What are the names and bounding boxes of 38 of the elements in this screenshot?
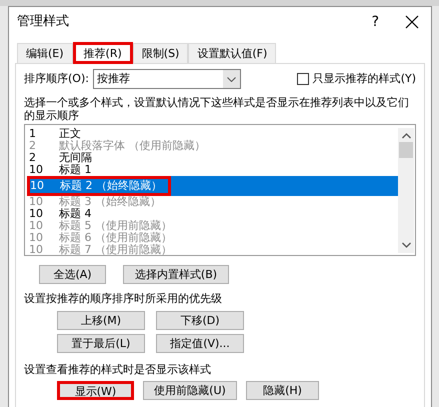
style-list-item[interactable]: 1 正文: [27, 128, 398, 140]
style-list-item[interactable]: 10 标题 6 （使用前隐藏）: [27, 232, 398, 244]
scrollbar[interactable]: [398, 128, 414, 253]
callout-frame: 10 标题 2 （始终隐藏）: [27, 176, 171, 196]
priority-button[interactable]: 指定值(V)...: [156, 334, 244, 352]
visibility-button[interactable]: 显示(W): [57, 381, 134, 400]
tab[interactable]: 编辑(E): [17, 43, 73, 63]
tab[interactable]: 限制(S): [132, 43, 188, 63]
description-text: 选择一个或多个样式，设置默认情况下这些样式是否显示在推荐列表中以及它们的显示顺序: [24, 96, 410, 122]
scroll-down-icon[interactable]: [402, 241, 410, 249]
sort-order-dropdown[interactable]: 按推荐: [92, 69, 241, 89]
select-button[interactable]: 全选(A): [39, 265, 106, 284]
select-button[interactable]: 选择内置样式(B): [123, 265, 229, 284]
priority-button[interactable]: 下移(D): [156, 310, 244, 330]
style-list-item[interactable]: 10 标题 2 （始终隐藏）: [27, 176, 398, 196]
priority-label: 设置按推荐的顺序排序时所采用的优先级: [24, 291, 223, 307]
scroll-up-icon[interactable]: [402, 132, 410, 140]
window-title: 管理样式: [17, 13, 69, 32]
close-icon[interactable]: [405, 15, 419, 29]
style-list-item[interactable]: 2 无间隔: [27, 152, 398, 164]
style-list-item[interactable]: 10 标题 3 （始终隐藏）: [27, 196, 398, 208]
visibility-button[interactable]: 隐藏(H): [246, 381, 319, 400]
priority-button[interactable]: 置于最后(L): [57, 334, 145, 352]
sort-order-label: 排序顺序(O):: [24, 70, 89, 87]
style-list-item[interactable]: 10 标题 5 （使用前隐藏）: [27, 220, 398, 232]
style-list-item[interactable]: 10 标题 7 （使用前隐藏）: [27, 244, 398, 256]
style-list-item[interactable]: 2 默认段落字体 （使用前隐藏）: [27, 140, 398, 152]
help-button[interactable]: ?: [372, 12, 379, 32]
tab[interactable]: 推荐(R): [72, 42, 133, 64]
checkbox-label[interactable]: 只显示推荐的样式(Y): [312, 70, 416, 88]
tab[interactable]: 设置默认值(F): [188, 43, 276, 63]
checkbox[interactable]: [296, 73, 309, 85]
scroll-thumb[interactable]: [399, 142, 413, 158]
style-list-item[interactable]: 10 标题 4: [27, 208, 398, 220]
visibility-button[interactable]: 使用前隐藏(U): [143, 381, 237, 400]
style-list-item[interactable]: 10 标题 1: [27, 164, 398, 176]
visibility-label: 设置查看推荐的样式时是否显示该样式: [24, 362, 212, 378]
priority-button[interactable]: 上移(M): [57, 310, 145, 330]
